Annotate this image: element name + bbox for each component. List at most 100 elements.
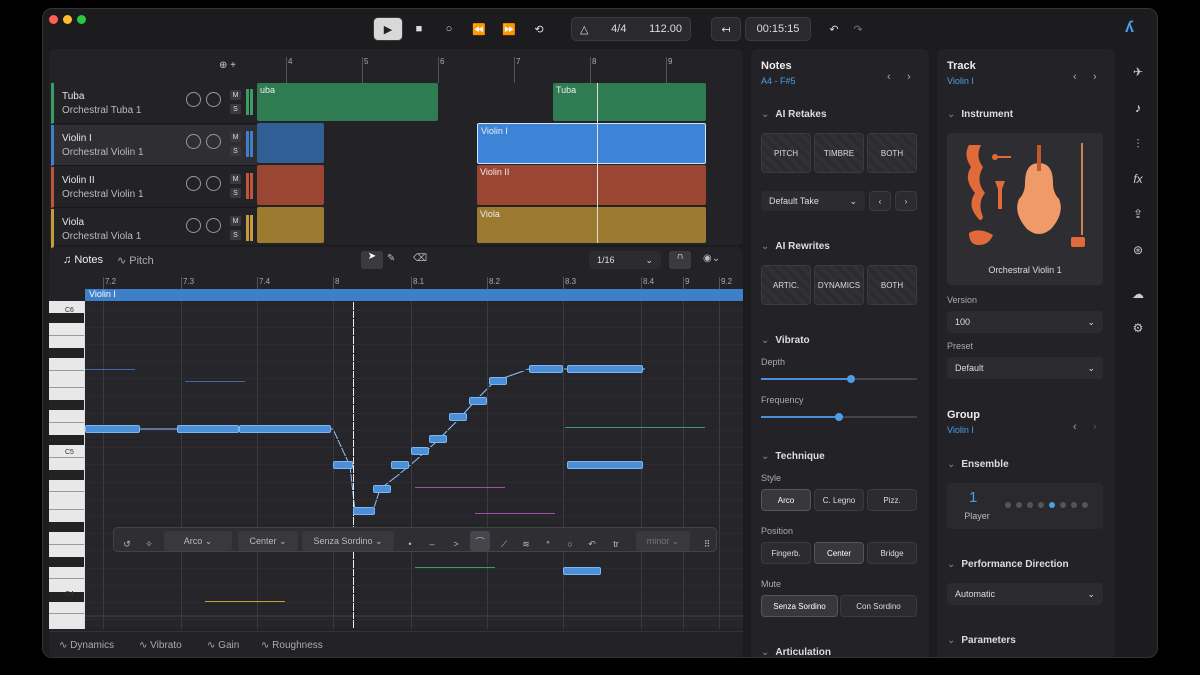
- mute-button[interactable]: M: [230, 90, 241, 100]
- rewind-button[interactable]: ⏪: [465, 17, 493, 41]
- tempo-display[interactable]: △ 4/4 112.00: [571, 17, 691, 41]
- styleBtns-0[interactable]: Arco: [761, 489, 811, 511]
- player-dot[interactable]: [1005, 502, 1011, 508]
- styleBtns-2[interactable]: Pizz.: [867, 489, 917, 511]
- zoom-window-button[interactable]: [77, 15, 86, 24]
- version-select[interactable]: 100 ⌄: [947, 311, 1103, 333]
- performance-header[interactable]: ⌄ Performance Direction: [947, 559, 1069, 570]
- drag-handle-icon[interactable]: ⠿: [700, 534, 714, 554]
- note[interactable]: [563, 567, 601, 575]
- player-dot[interactable]: [1082, 502, 1088, 508]
- player-dot[interactable]: [1027, 502, 1033, 508]
- record-button[interactable]: ○: [435, 17, 463, 41]
- note[interactable]: [391, 461, 409, 469]
- articulation-header[interactable]: ⌄ Articulation: [761, 647, 831, 657]
- clip-tuba-a[interactable]: uba: [257, 83, 438, 121]
- white-key[interactable]: [49, 370, 84, 388]
- stop-button[interactable]: ■: [405, 17, 433, 41]
- black-key[interactable]: [49, 470, 84, 480]
- black-key[interactable]: [49, 313, 84, 324]
- rewriteBtns-0[interactable]: ARTIC.: [761, 265, 811, 305]
- add-track-icon[interactable]: ⊕ +: [219, 60, 236, 71]
- pan-knob[interactable]: [206, 134, 221, 149]
- magic-button[interactable]: ✧: [140, 534, 158, 554]
- automation-tab-0[interactable]: ∿ Dynamics: [59, 640, 114, 651]
- undo-button[interactable]: ↶: [823, 17, 845, 41]
- note[interactable]: [373, 485, 391, 493]
- automation-tab-2[interactable]: ∿ Gain: [207, 640, 239, 651]
- clip-tuba-b[interactable]: Tuba: [553, 83, 706, 121]
- posBtns-2[interactable]: Bridge: [867, 542, 917, 564]
- note[interactable]: [85, 425, 140, 433]
- instrument-card[interactable]: Orchestral Violin 1: [947, 133, 1103, 285]
- volume-knob[interactable]: [186, 218, 201, 233]
- player-dot[interactable]: [1038, 502, 1044, 508]
- arrange-ruler[interactable]: 4 5 6 7 8 9: [257, 53, 743, 83]
- clip-viola-a[interactable]: [257, 207, 324, 243]
- pan-knob[interactable]: [206, 176, 221, 191]
- white-key[interactable]: [49, 492, 84, 510]
- vibrato-header[interactable]: ⌄ Vibrato: [761, 335, 810, 346]
- play-button[interactable]: ▶: [373, 17, 403, 41]
- performance-select[interactable]: Automatic ⌄: [947, 583, 1103, 605]
- rewriteBtns-1[interactable]: DYNAMICS: [814, 265, 864, 305]
- muteBtns-0[interactable]: Senza Sordino: [761, 595, 838, 617]
- clip-violin1-a[interactable]: [257, 123, 324, 163]
- volume-knob[interactable]: [186, 134, 201, 149]
- harmonic-icon[interactable]: ○: [562, 534, 578, 554]
- ensemble-header[interactable]: ⌄ Ensemble: [947, 459, 1009, 470]
- clip-viola-b[interactable]: Viola: [477, 207, 706, 243]
- minimize-window-button[interactable]: [63, 15, 72, 24]
- mute-select[interactable]: Senza Sordino ⌄: [302, 531, 394, 551]
- black-key[interactable]: [49, 557, 84, 567]
- gear-icon[interactable]: ⚙: [1128, 321, 1148, 337]
- retakeBtns-2[interactable]: BOTH: [867, 133, 917, 173]
- mute-button[interactable]: M: [230, 174, 241, 184]
- pan-knob[interactable]: [206, 218, 221, 233]
- player-dot[interactable]: [1060, 502, 1066, 508]
- accent-icon[interactable]: >: [448, 534, 464, 554]
- mute-button[interactable]: M: [230, 132, 241, 142]
- instrument-header[interactable]: ⌄ Instrument: [947, 109, 1013, 120]
- note[interactable]: [239, 425, 331, 433]
- close-window-button[interactable]: [49, 15, 58, 24]
- clip-violin2-b[interactable]: Violin II: [477, 165, 706, 205]
- lane-label[interactable]: Violin I: [85, 289, 743, 301]
- note[interactable]: [567, 461, 643, 469]
- black-key[interactable]: [49, 400, 84, 411]
- piano-keyboard[interactable]: C6 C5 C4: [49, 301, 85, 629]
- redo-button[interactable]: ↷: [847, 17, 869, 41]
- depth-slider[interactable]: [761, 375, 917, 383]
- take-select[interactable]: Default Take ⌄: [761, 191, 865, 211]
- player-dot[interactable]: [1071, 502, 1077, 508]
- note[interactable]: [489, 377, 507, 385]
- volume-knob[interactable]: [186, 176, 201, 191]
- tempo-value[interactable]: 112.00: [649, 23, 682, 35]
- editor-ruler[interactable]: 7.2 7.3 7.4 8 8.1 8.2 8.3 8.4 9 9.2: [85, 275, 743, 289]
- rewriteBtns-2[interactable]: BOTH: [867, 265, 917, 305]
- clip-violin2-a[interactable]: [257, 165, 324, 205]
- posBtns-0[interactable]: Fingerb.: [761, 542, 811, 564]
- snap-button[interactable]: ∩: [669, 251, 691, 269]
- take-prev-button[interactable]: ‹: [869, 191, 891, 211]
- automation-tab-3[interactable]: ∿ Roughness: [261, 640, 323, 651]
- tenuto-icon[interactable]: –: [424, 534, 440, 554]
- solo-button[interactable]: S: [230, 188, 241, 198]
- solo-button[interactable]: S: [230, 146, 241, 156]
- glissando-icon[interactable]: ⟋: [496, 534, 512, 554]
- group-prev-button[interactable]: ‹: [1073, 421, 1077, 433]
- track-next-button[interactable]: ›: [1093, 71, 1097, 83]
- muteBtns-1[interactable]: Con Sordino: [840, 595, 917, 617]
- note[interactable]: [449, 413, 467, 421]
- clip-violin1-b[interactable]: Violin I: [477, 123, 706, 164]
- track-header-1[interactable]: Violin I Orchestral Violin 1 MS: [51, 125, 257, 166]
- track-header-3[interactable]: Viola Orchestral Viola 1 MS: [51, 209, 257, 250]
- parameters-header[interactable]: ⌄ Parameters: [947, 635, 1016, 646]
- loop-button[interactable]: ⟲: [525, 17, 553, 41]
- ai-retakes-header[interactable]: ⌄ AI Retakes: [761, 109, 827, 120]
- rocket-icon[interactable]: ✈: [1128, 65, 1148, 81]
- reset-button[interactable]: ↺: [118, 534, 136, 554]
- automation-tab-1[interactable]: ∿ Vibrato: [139, 640, 182, 651]
- style-select[interactable]: Arco ⌄: [164, 531, 232, 551]
- group-next-button[interactable]: ›: [1093, 421, 1097, 433]
